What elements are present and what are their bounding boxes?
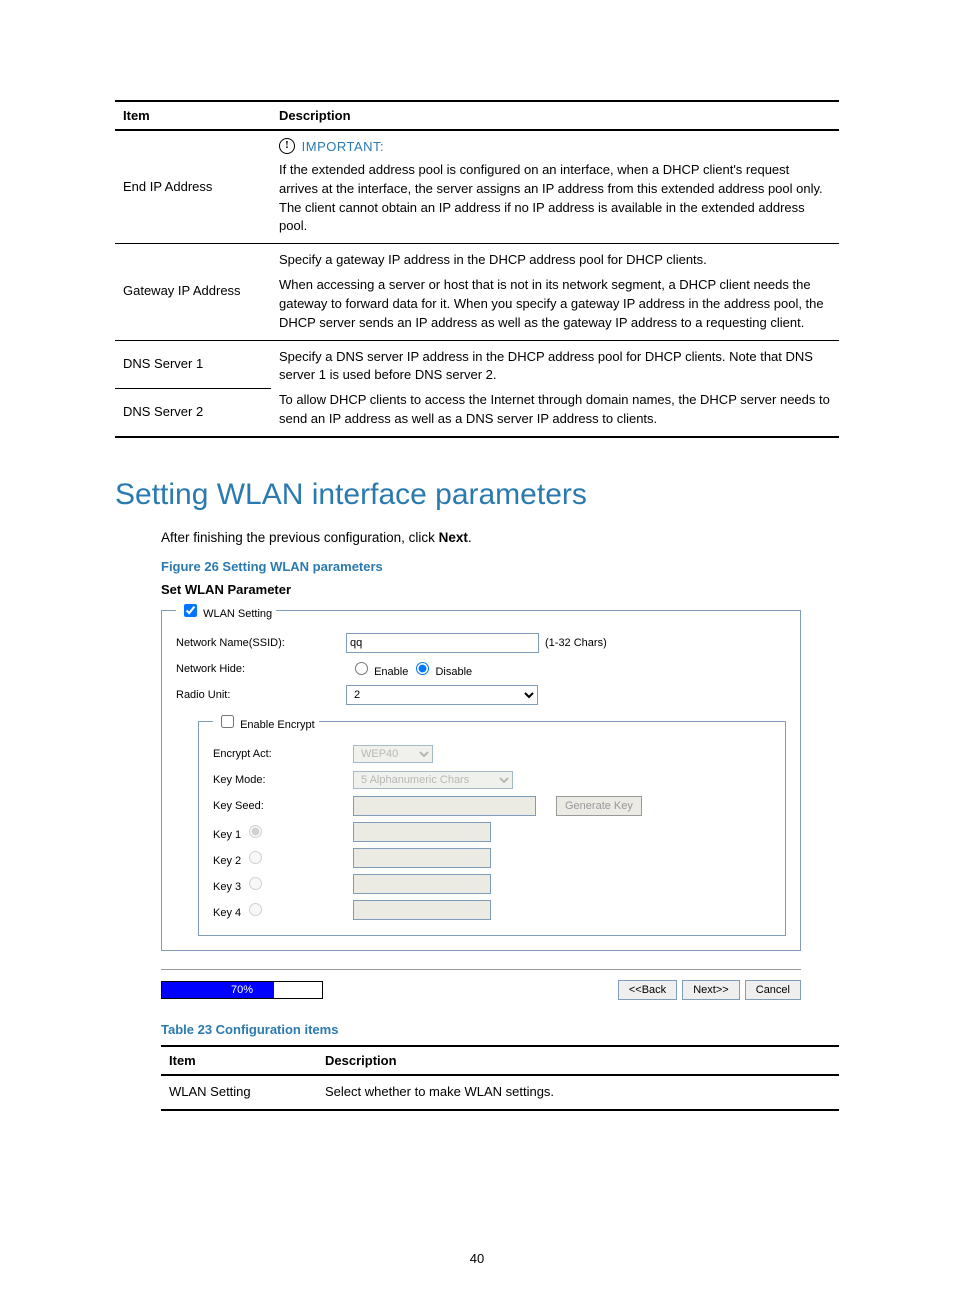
item-dns1: DNS Server 1 xyxy=(115,340,271,388)
item-gateway: Gateway IP Address xyxy=(115,244,271,340)
wlan-panel-title: Set WLAN Parameter xyxy=(161,582,801,597)
row-key-seed: Key Seed: Generate Key xyxy=(213,795,771,817)
row-key2: Key 2 xyxy=(213,847,771,869)
hide-label: Network Hide: xyxy=(176,663,346,675)
next-button[interactable]: Next>> xyxy=(682,980,739,1000)
key3-input xyxy=(353,874,491,894)
key1-radio xyxy=(249,825,262,838)
radio-unit-select[interactable]: 2 xyxy=(346,685,538,705)
important-label: IMPORTANT: xyxy=(302,139,385,154)
table-row: Gateway IP Address Specify a gateway IP … xyxy=(115,244,839,340)
row-encrypt-act: Encrypt Act: WEP40 xyxy=(213,743,771,765)
section-heading: Setting WLAN interface parameters xyxy=(115,478,839,512)
col-desc: Description xyxy=(317,1046,839,1075)
key-mode-select: 5 Alphanumeric Chars xyxy=(353,771,513,789)
row-key3: Key 3 xyxy=(213,873,771,895)
dns-desc-1: Specify a DNS server IP address in the D… xyxy=(279,348,831,386)
back-button[interactable]: <<Back xyxy=(618,980,677,1000)
row-key-mode: Key Mode: 5 Alphanumeric Chars xyxy=(213,769,771,791)
progress-bar: 70% xyxy=(161,981,323,999)
col-desc: Description xyxy=(271,101,839,130)
key1-input xyxy=(353,822,491,842)
key-seed-input xyxy=(353,796,536,816)
button-row: <<Back Next>> Cancel xyxy=(616,980,801,1000)
wlan-setting-checkbox[interactable] xyxy=(184,604,197,617)
progress-text: 70% xyxy=(162,982,322,998)
body-text: After finishing the previous configurati… xyxy=(161,530,839,545)
table-row: DNS Server 1 Specify a DNS server IP add… xyxy=(115,340,839,388)
key4-input xyxy=(353,900,491,920)
key-seed-label: Key Seed: xyxy=(213,800,353,812)
ssid-input[interactable] xyxy=(346,633,539,653)
gateway-desc-1: Specify a gateway IP address in the DHCP… xyxy=(279,251,831,270)
separator xyxy=(161,969,801,970)
config-items-table-23: Item Description WLAN Setting Select whe… xyxy=(161,1045,839,1111)
dns-desc-2: To allow DHCP clients to access the Inte… xyxy=(279,391,831,429)
page-number: 40 xyxy=(0,1251,954,1266)
row-key4: Key 4 xyxy=(213,899,771,921)
ssid-hint: (1-32 Chars) xyxy=(545,637,607,649)
gateway-desc-2: When accessing a server or host that is … xyxy=(279,276,831,333)
ssid-label: Network Name(SSID): xyxy=(176,637,346,649)
col-item: Item xyxy=(161,1046,317,1075)
row-key1: Key 1 xyxy=(213,821,771,843)
bottom-bar: 70% <<Back Next>> Cancel xyxy=(161,980,801,1000)
wlan-setting-desc: Select whether to make WLAN settings. xyxy=(317,1075,839,1110)
row-hide: Network Hide: Enable Disable xyxy=(176,658,786,680)
row-ssid: Network Name(SSID): (1-32 Chars) xyxy=(176,632,786,654)
config-items-table-continued: Item Description End IP Address ! IMPORT… xyxy=(115,100,839,438)
encrypt-act-select: WEP40 xyxy=(353,745,433,763)
key2-input xyxy=(353,848,491,868)
table-row: End IP Address ! IMPORTANT: If the exten… xyxy=(115,130,839,244)
wlan-panel: Set WLAN Parameter WLAN Setting Network … xyxy=(161,582,801,1000)
encrypt-act-label: Encrypt Act: xyxy=(213,748,353,760)
table-caption: Table 23 Configuration items xyxy=(161,1022,839,1037)
end-ip-desc: If the extended address pool is configur… xyxy=(279,162,823,234)
key3-radio xyxy=(249,877,262,890)
key2-radio xyxy=(249,851,262,864)
hide-enable-radio[interactable] xyxy=(355,662,368,675)
key-mode-label: Key Mode: xyxy=(213,774,353,786)
wlan-setting-legend: WLAN Setting xyxy=(176,601,276,620)
enable-encrypt-checkbox[interactable] xyxy=(221,715,234,728)
item-end-ip: End IP Address xyxy=(115,130,271,244)
generate-key-button: Generate Key xyxy=(556,796,642,816)
radio-unit-label: Radio Unit: xyxy=(176,689,346,701)
hide-disable-radio[interactable] xyxy=(416,662,429,675)
key2-label: Key 2 xyxy=(213,855,241,867)
key3-label: Key 3 xyxy=(213,881,241,893)
wlan-setting-fieldset: WLAN Setting Network Name(SSID): (1-32 C… xyxy=(161,601,801,951)
encrypt-fieldset: Enable Encrypt Encrypt Act: WEP40 Key Mo… xyxy=(198,712,786,936)
encrypt-legend: Enable Encrypt xyxy=(213,712,319,731)
cancel-button[interactable]: Cancel xyxy=(745,980,801,1000)
item-dns2: DNS Server 2 xyxy=(115,388,271,437)
key4-label: Key 4 xyxy=(213,907,241,919)
col-item: Item xyxy=(115,101,271,130)
key1-label: Key 1 xyxy=(213,829,241,841)
row-radio-unit: Radio Unit: 2 xyxy=(176,684,786,706)
key4-radio xyxy=(249,903,262,916)
figure-caption: Figure 26 Setting WLAN parameters xyxy=(161,559,839,574)
table-row: WLAN Setting Select whether to make WLAN… xyxy=(161,1075,839,1110)
important-icon: ! xyxy=(279,138,295,154)
item-wlan-setting: WLAN Setting xyxy=(161,1075,317,1110)
